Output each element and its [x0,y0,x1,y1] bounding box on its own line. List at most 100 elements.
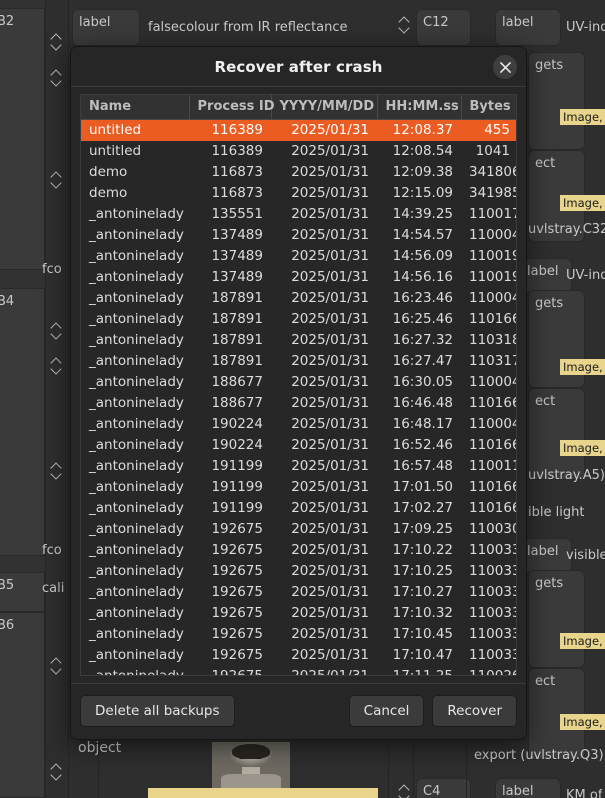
table-row[interactable]: untitled 116389 2025/01/31 12:08.54 1041 [81,141,516,162]
table-row[interactable]: _antoninelady 191199 2025/01/31 17:01.50 110… [81,477,516,498]
cell-bytes: 341806 [469,164,517,180]
cell-date: 2025/01/31 [291,353,369,369]
close-icon-button[interactable] [493,55,517,79]
label-button-right-3[interactable]: label [520,538,572,573]
label-button-bottom[interactable]: label [495,778,561,798]
table-row[interactable]: _antoninelady 192675 2025/01/31 17:10.45 110… [81,624,516,645]
object-label: object [78,740,122,756]
table-row[interactable]: _antoninelady 135551 2025/01/31 14:39.25 110… [81,204,516,225]
sidebar-tab-b5[interactable]: B5 [0,572,45,612]
file-uvlstray-c32: uvlstray.C32 [528,222,605,237]
cell-process-id: 187891 [211,290,263,306]
table-row[interactable]: _antoninelady 191199 2025/01/31 17:02.27 110… [81,498,516,519]
table-row[interactable]: _antoninelady 137489 2025/01/31 14:54.57 110… [81,225,517,246]
sidebar-tab-b4[interactable]: B4 [0,288,45,556]
tab-gets-1[interactable]: gets [528,52,585,150]
caption-km-of: KM of [566,788,603,798]
table-row[interactable]: _antoninelady 192675 2025/01/31 17:10.22 110… [81,540,516,561]
column-header-bytes[interactable]: Bytes [461,95,516,120]
stepper-5[interactable] [48,348,66,382]
table-row[interactable]: _antoninelady 137489 2025/01/31 14:56.09 110… [81,246,516,267]
cell-process-id: 192675 [211,626,263,642]
chevron-down-icon [52,42,62,48]
stepper-2[interactable] [48,60,66,94]
file-uvlstray-a5: uvlstray.A5) [528,468,605,483]
delete-all-backups-button[interactable]: Delete all backups [80,695,235,727]
column-header-name[interactable]: Name [81,95,190,120]
cell-date: 2025/01/31 [291,458,369,474]
table-row[interactable]: _antoninelady 192675 2025/01/31 17:10.27 110… [81,582,516,603]
stepper-1[interactable] [48,24,66,58]
cell-process-id: 137489 [211,269,263,285]
badge-image-2: Image, 2 [560,195,605,211]
table-row[interactable]: untitled 116389 2025/01/31 12:08.37 455 [81,119,516,141]
stepper-right-1[interactable] [396,7,414,41]
table-row[interactable]: _antoninelady 192675 2025/01/31 17:09.25 110… [81,519,517,540]
cell-date: 2025/01/31 [291,164,369,180]
label-button-top-text: label [79,15,111,30]
stepper-right-bottom[interactable] [396,775,414,798]
label-button-bottom-text: label [502,784,534,798]
cell-process-id: 191199 [211,458,263,474]
table-row[interactable]: demo 116873 2025/01/31 12:15.09 341985 [81,183,517,204]
cell-bytes: 341985 [469,185,517,201]
table-row[interactable]: _antoninelady 192675 2025/01/31 17:10.32 110… [81,603,516,624]
chevron-up-icon [400,17,410,23]
badge-image-4: Image, 2 [560,440,605,456]
tab-c4[interactable]: C4 [416,778,471,798]
cell-process-id: 187891 [211,311,263,327]
cell-time: 17:02.27 [392,500,453,516]
chevron-up-icon [52,70,62,76]
table-row[interactable]: _antoninelady 187891 2025/01/31 16:25.46 110… [81,309,516,330]
table-row[interactable]: _antoninelady 190224 2025/01/31 16:48.17 110… [81,414,516,435]
cell-name: _antoninelady [89,542,184,558]
label-button-top[interactable]: label [72,9,140,46]
table-row[interactable]: _antoninelady 187891 2025/01/31 16:27.32 110… [81,330,516,351]
table-row[interactable]: _antoninelady 187891 2025/01/31 16:23.46 110… [81,288,516,309]
stepper-3[interactable] [48,162,66,196]
cell-name: _antoninelady [89,437,184,453]
cell-time: 14:56.16 [392,269,453,285]
table-row[interactable]: _antoninelady 187891 2025/01/31 16:27.47 110… [81,351,516,372]
tab-c12[interactable]: C12 [416,9,471,46]
cancel-button[interactable]: Cancel [348,695,425,727]
recover-button[interactable]: Recover [432,695,517,727]
sidebar-tab-b2-label: B2 [0,14,15,29]
tab-ect-2[interactable]: ect [528,388,585,480]
sidebar-tab-b6[interactable]: B6 [0,612,45,798]
badge-image-6: Image, 2 [560,714,605,730]
sidebar-tab-b2[interactable]: B2 [0,8,45,270]
label-button-right-3-text: label [527,544,559,559]
cell-name: _antoninelady [89,521,184,537]
backup-table: Name Process ID YYYY/MM/DD HH:MM.ss Byte… [81,95,517,675]
table-row[interactable]: _antoninelady 192675 2025/01/31 17:10.25 110… [81,561,516,582]
stepper-4[interactable] [48,313,66,347]
label-button-right-2[interactable]: label [520,258,572,293]
table-row[interactable]: demo 116873 2025/01/31 12:09.38 341806 [81,162,517,183]
column-header-time[interactable]: HH:MM.ss [377,95,462,120]
table-row[interactable]: _antoninelady 188677 2025/01/31 16:46.48 110… [81,393,516,414]
cell-bytes: 110004 [469,227,517,243]
table-row[interactable]: _antoninelady 192675 2025/01/31 17:10.47 110… [81,645,516,666]
table-row[interactable]: _antoninelady 191199 2025/01/31 16:57.48 110… [81,456,516,477]
column-header-process-id[interactable]: Process ID [189,95,275,120]
tab-gets-3[interactable]: gets [528,570,585,668]
cell-process-id: 192675 [211,563,263,579]
column-header-date[interactable]: YYYY/MM/DD [271,95,378,120]
cell-time: 12:08.54 [392,143,453,159]
table-row[interactable]: _antoninelady 190224 2025/01/31 16:52.46 110… [81,435,516,456]
cell-bytes: 110030 [469,521,517,537]
table-row[interactable]: _antoninelady 188677 2025/01/31 16:30.05 110… [81,372,516,393]
table-row[interactable]: _antoninelady 137489 2025/01/31 14:56.16 110… [81,267,516,288]
chevron-down-icon [52,78,62,84]
table-row[interactable]: _antoninelady 192675 2025/01/31 17:11.25 110… [81,666,516,675]
close-icon [499,61,511,73]
label-button-right[interactable]: label [495,9,561,46]
stepper-7[interactable] [48,648,66,682]
stepper-6[interactable] [48,453,66,487]
tab-gets-2-label: gets [535,296,564,311]
backup-table-container[interactable]: Name Process ID YYYY/MM/DD HH:MM.ss Byte… [80,94,517,676]
cell-name: _antoninelady [89,227,184,243]
stepper-8[interactable] [48,754,66,788]
cell-name: demo [89,164,128,180]
